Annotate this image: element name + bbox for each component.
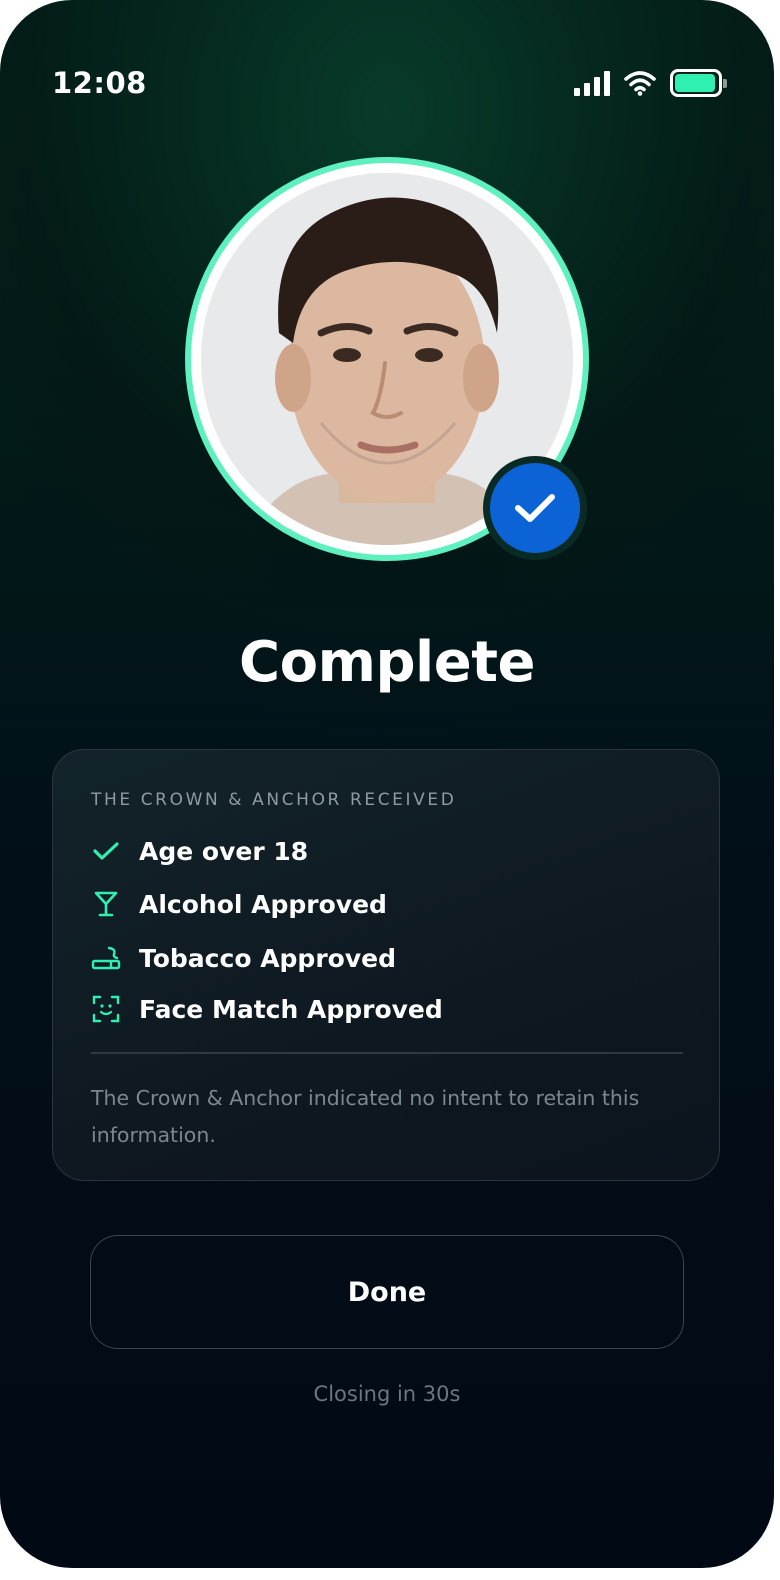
- status-time: 12:08: [52, 66, 147, 100]
- done-button[interactable]: Done: [90, 1235, 684, 1349]
- cellular-signal-icon: [574, 70, 610, 96]
- cigarette-icon: [91, 943, 121, 973]
- checkmark-icon: [91, 836, 121, 866]
- cocktail-glass-icon: [91, 889, 121, 919]
- item-label: Age over 18: [139, 836, 309, 866]
- battery-level: [675, 74, 715, 92]
- phone-screen: 12:08 Complete THE CROWN & ANCHOR RECEIV…: [0, 0, 774, 1568]
- list-item-tobacco: Tobacco Approved: [91, 940, 396, 976]
- card-header: THE CROWN & ANCHOR RECEIVED: [91, 790, 457, 810]
- divider: [91, 1052, 683, 1054]
- closing-countdown: Closing in 30s: [313, 1382, 461, 1406]
- checkmark-icon: [515, 494, 555, 522]
- wifi-icon: [624, 71, 656, 96]
- item-label: Face Match Approved: [139, 994, 443, 1024]
- list-item-age: Age over 18: [91, 833, 308, 869]
- status-icons: [574, 66, 727, 100]
- list-item-face-match: Face Match Approved: [91, 991, 443, 1027]
- item-label: Tobacco Approved: [139, 943, 396, 973]
- face-scan-icon: [91, 994, 121, 1024]
- item-label: Alcohol Approved: [139, 889, 387, 919]
- list-item-alcohol: Alcohol Approved: [91, 886, 387, 922]
- retention-note: The Crown & Anchor indicated no intent t…: [91, 1086, 640, 1147]
- verified-badge: [483, 456, 587, 560]
- page-title: Complete: [239, 630, 535, 695]
- shared-info-card: THE CROWN & ANCHOR RECEIVED Age over 18 …: [52, 749, 720, 1181]
- battery-icon: [670, 69, 727, 97]
